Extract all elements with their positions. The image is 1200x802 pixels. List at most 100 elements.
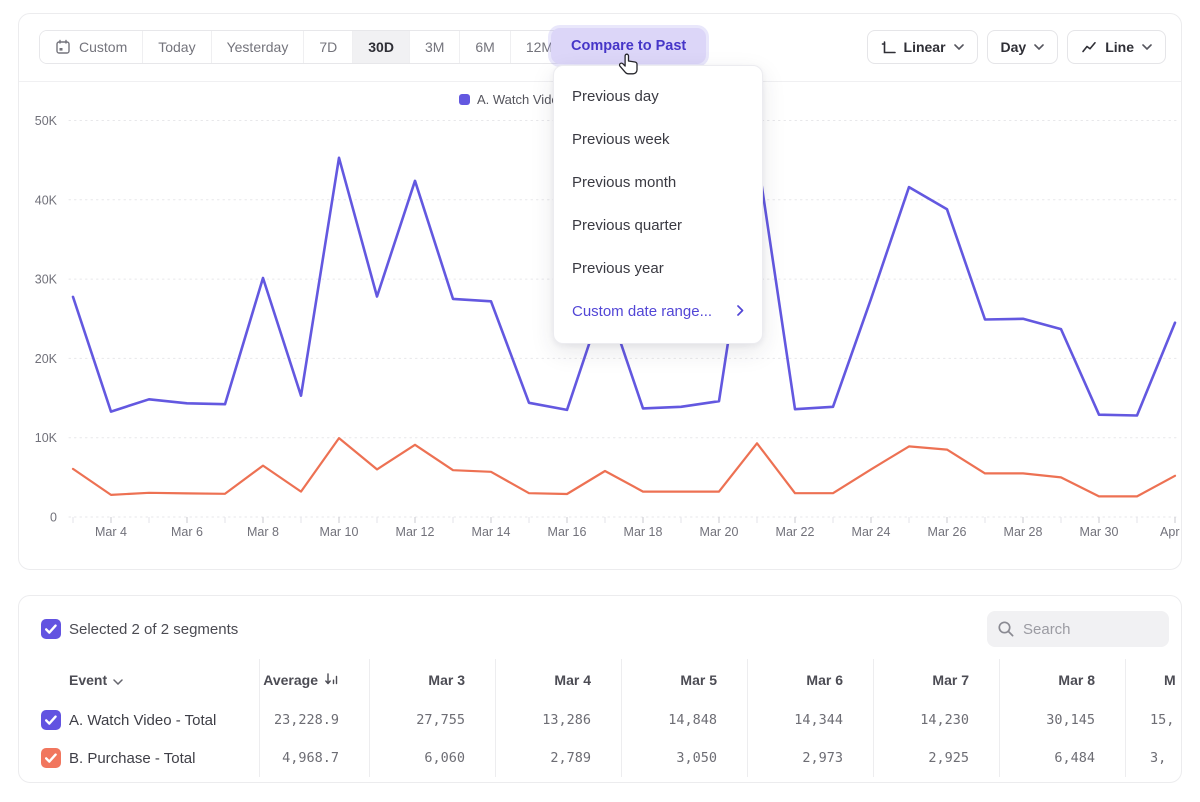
x-axis-label-Mar-6: Mar 6 xyxy=(171,525,203,539)
value-cell: 14,230 xyxy=(873,701,999,739)
chart-card: Custom Today Yesterday 7D 30D 3M 6M 12M Compare… xyxy=(18,13,1182,570)
value-cell: 30,145 xyxy=(999,701,1125,739)
column-header-mar-8[interactable]: Mar 8 xyxy=(999,659,1125,701)
x-axis-label-Mar-26: Mar 26 xyxy=(928,525,967,539)
y-axis-label-10K: 10K xyxy=(35,431,58,445)
menu-item-previous-week[interactable]: Previous week xyxy=(554,118,762,161)
value-cell: 6,060 xyxy=(369,739,495,777)
column-header-label: Mar 5 xyxy=(680,672,717,688)
menu-item-previous-quarter[interactable]: Previous quarter xyxy=(554,204,762,247)
value-cell: 3,050 xyxy=(621,739,747,777)
range-button-6m[interactable]: 6M xyxy=(460,31,510,63)
chevron-down-icon xyxy=(113,672,123,688)
column-header-text: Event xyxy=(69,672,107,688)
value-cell: 6,484 xyxy=(999,739,1125,777)
column-header-mar-5[interactable]: Mar 5 xyxy=(621,659,747,701)
range-button-yesterday[interactable]: Yesterday xyxy=(212,31,305,63)
column-header-label: M xyxy=(1164,672,1176,688)
x-axis-label-Mar-18: Mar 18 xyxy=(624,525,663,539)
y-axis-label-20K: 20K xyxy=(35,352,58,366)
menu-item-previous-year[interactable]: Previous year xyxy=(554,247,762,290)
x-axis-label-Mar-12: Mar 12 xyxy=(396,525,435,539)
y-axis-label-50K: 50K xyxy=(35,114,58,128)
column-header-text: Mar 7 xyxy=(932,672,969,688)
x-axis-label-Mar-8: Mar 8 xyxy=(247,525,279,539)
range-button-30d[interactable]: 30D xyxy=(353,31,410,63)
column-header-text: Mar 6 xyxy=(806,672,843,688)
x-axis-label-Mar-4: Mar 4 xyxy=(95,525,127,539)
date-range-group: Custom Today Yesterday 7D 30D 3M 6M 12M xyxy=(39,30,569,64)
table-row-b-purchase-total: B. Purchase - Total4,968.76,0602,7893,05… xyxy=(19,739,1182,777)
segments-table: Event Average Mar 3 Mar 4 Mar 5 Mar 6 Mar 7 Mar… xyxy=(19,659,1182,777)
search-icon xyxy=(997,620,1015,638)
row-checkbox-purchase[interactable] xyxy=(41,748,61,768)
column-header-mar-4[interactable]: Mar 4 xyxy=(495,659,621,701)
range-label: Custom xyxy=(79,39,127,55)
value-cell: 4,968.7 xyxy=(259,739,369,777)
column-header-label: Mar 7 xyxy=(932,672,969,688)
range-label: 6M xyxy=(475,39,494,55)
chevron-down-icon xyxy=(954,44,964,50)
chart-type-button[interactable]: Line xyxy=(1067,30,1166,64)
value-cell: 13,286 xyxy=(495,701,621,739)
range-label: 12M xyxy=(526,39,553,55)
range-label: 30D xyxy=(368,39,394,55)
column-header-label: Average xyxy=(263,672,339,689)
series-line-b-purchase xyxy=(73,438,1175,496)
compare-to-past-menu: Previous dayPrevious weekPrevious monthP… xyxy=(553,65,763,344)
range-button-custom[interactable]: Custom xyxy=(40,31,143,63)
select-all-checkbox[interactable] xyxy=(41,619,61,639)
custom-date-range-label: Custom date range... xyxy=(572,303,712,320)
menu-item-custom-date-range[interactable]: Custom date range... xyxy=(554,290,762,333)
column-header-text: Average xyxy=(263,672,318,688)
column-header-mar-7[interactable]: Mar 7 xyxy=(873,659,999,701)
interval-button[interactable]: Day xyxy=(987,30,1059,64)
search-input[interactable] xyxy=(1023,621,1153,638)
value-cell: 23,228.9 xyxy=(259,701,369,739)
event-label: A. Watch Video - Total xyxy=(69,712,216,729)
range-label: 3M xyxy=(425,39,444,55)
x-axis-label-Mar-24: Mar 24 xyxy=(852,525,891,539)
line-chart-icon xyxy=(1081,40,1097,54)
y-axis-label-30K: 30K xyxy=(35,273,58,287)
column-header-average[interactable]: Average xyxy=(259,659,369,701)
search-box[interactable] xyxy=(987,611,1169,647)
event-cell: A. Watch Video - Total xyxy=(19,701,259,739)
row-checkbox-watch-video[interactable] xyxy=(41,710,61,730)
scale-button[interactable]: Linear xyxy=(867,30,978,64)
value-cell: 27,755 xyxy=(369,701,495,739)
range-button-7d[interactable]: 7D xyxy=(304,31,353,63)
column-header-event[interactable]: Event xyxy=(19,659,259,701)
column-header-mar-3[interactable]: Mar 3 xyxy=(369,659,495,701)
column-header-text: Mar 4 xyxy=(554,672,591,688)
chart-type-label: Line xyxy=(1105,39,1134,55)
interval-label: Day xyxy=(1001,39,1027,55)
chart-legend[interactable]: A. Watch Video xyxy=(459,92,566,107)
table-row-a-watch-video-total: A. Watch Video - Total 23,228.927,75513,2… xyxy=(19,701,1182,739)
range-button-3m[interactable]: 3M xyxy=(410,31,460,63)
range-button-today[interactable]: Today xyxy=(143,31,211,63)
value-cell: 14,848 xyxy=(621,701,747,739)
calendar-icon xyxy=(55,39,71,55)
column-header-text: Mar 5 xyxy=(680,672,717,688)
x-axis-label-Mar-16: Mar 16 xyxy=(548,525,587,539)
chevron-down-icon xyxy=(1142,44,1152,50)
compare-to-past-button[interactable]: Compare to Past xyxy=(551,28,706,64)
menu-item-previous-month[interactable]: Previous month xyxy=(554,161,762,204)
table-header-row: Event Average Mar 3 Mar 4 Mar 5 Mar 6 Mar 7 Mar… xyxy=(19,659,1182,701)
value-cell: 2,789 xyxy=(495,739,621,777)
column-header-mar-6[interactable]: Mar 6 xyxy=(747,659,873,701)
menu-item-previous-day[interactable]: Previous day xyxy=(554,75,762,118)
column-header-text: Mar 8 xyxy=(1058,672,1095,688)
scale-label: Linear xyxy=(904,39,946,55)
y-axis-label-0: 0 xyxy=(50,511,57,525)
value-cell: 3, xyxy=(1125,739,1182,777)
range-label: Yesterday xyxy=(227,39,289,55)
x-axis-label-Mar-28: Mar 28 xyxy=(1004,525,1043,539)
x-axis-label-Mar-14: Mar 14 xyxy=(472,525,511,539)
range-label: Today xyxy=(158,39,195,55)
event-cell: B. Purchase - Total xyxy=(19,739,259,777)
segments-table-card: Selected 2 of 2 segments EventAverageMar… xyxy=(18,595,1182,783)
column-header-m[interactable]: M xyxy=(1125,659,1182,701)
column-header-text: M xyxy=(1164,672,1176,688)
